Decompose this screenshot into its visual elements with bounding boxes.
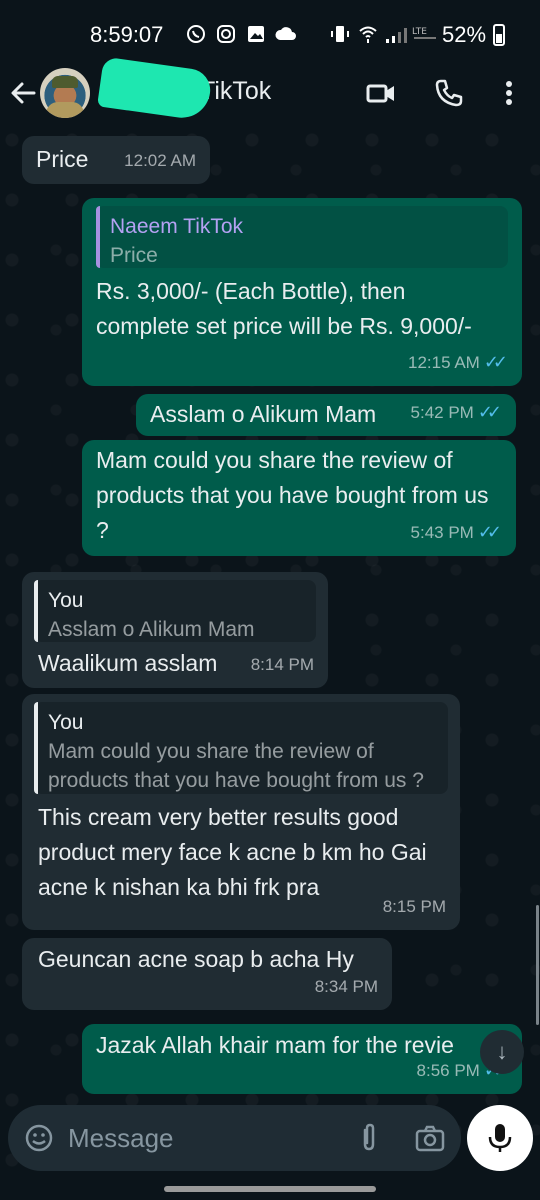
quote-author: Naeem TikTok: [110, 215, 244, 238]
message-time: 5:42 PM: [410, 403, 474, 422]
message-bubble-outgoing[interactable]: Mam could you share the review of produc…: [82, 440, 516, 556]
cloud-icon: [275, 27, 296, 40]
vibrate-icon: [331, 26, 349, 42]
attach-paperclip-icon[interactable]: [354, 1123, 384, 1153]
read-ticks-icon: ✓✓: [483, 352, 508, 372]
more-options-icon[interactable]: [494, 78, 524, 108]
message-text: Asslam o Alikum Mam: [150, 401, 377, 427]
quote-text: Asslam o Alikum Mam: [48, 618, 255, 641]
video-call-icon[interactable]: [366, 78, 396, 108]
message-time: 5:43 PM: [410, 523, 474, 542]
message-meta: 12:15 AM ✓✓: [408, 345, 508, 380]
message-bubble-incoming[interactable]: You Asslam o Alikum Mam Waalikum asslam …: [22, 572, 328, 688]
message-time: 12:15 AM: [408, 353, 480, 372]
message-input[interactable]: Message: [68, 1123, 174, 1154]
message-meta: 5:43 PM ✓✓: [410, 515, 503, 550]
battery-icon: [493, 24, 505, 46]
quote-author: You: [48, 711, 84, 734]
lte-icon: LTE: [412, 27, 436, 39]
message-time: 12:02 AM: [124, 151, 196, 170]
message-text: Rs. 3,000/- (Each Bottle), then complete…: [96, 278, 472, 339]
message-time: 8:15 PM: [382, 897, 446, 916]
avatar-uniform: [46, 102, 84, 118]
message-input-bar[interactable]: Message: [8, 1105, 461, 1171]
svg-text:LTE: LTE: [412, 27, 427, 37]
message-bubble-outgoing[interactable]: Jazak Allah khair mam for the revie 8:56…: [82, 1024, 522, 1094]
reply-quote[interactable]: Naeem TikTok Price: [96, 206, 508, 268]
read-ticks-icon: ✓✓: [477, 522, 502, 542]
message-meta: 12:02 AM: [124, 143, 196, 178]
signal-icon: [386, 28, 407, 43]
whatsapp-icon: [187, 25, 205, 43]
status-time: 8:59:07: [90, 22, 164, 47]
gesture-nav-handle[interactable]: [164, 1186, 376, 1192]
read-ticks-icon: ✓✓: [477, 402, 502, 422]
battery-percentage: 52%: [442, 22, 487, 47]
camera-icon[interactable]: [415, 1123, 445, 1153]
message-text: Jazak Allah khair mam for the revie: [96, 1032, 454, 1058]
quote-author: You: [48, 589, 84, 612]
message-meta: 8:34 PM: [315, 969, 378, 1004]
avatar-cap: [52, 76, 78, 88]
message-bubble-outgoing[interactable]: Asslam o Alikum Mam 5:42 PM ✓✓: [136, 394, 516, 436]
chat-header: TikTok: [0, 56, 540, 122]
back-arrow-icon[interactable]: [8, 78, 38, 108]
redaction-scribble: [97, 56, 213, 122]
scroll-to-bottom-button[interactable]: ↓: [480, 1030, 524, 1074]
reply-quote[interactable]: You Mam could you share the review of pr…: [34, 702, 448, 794]
message-bubble-outgoing[interactable]: Naeem TikTok Price Rs. 3,000/- (Each Bot…: [82, 198, 522, 386]
gallery-icon: [248, 26, 264, 42]
contact-name[interactable]: TikTok: [200, 77, 271, 106]
message-bubble-incoming[interactable]: Price 12:02 AM: [22, 136, 210, 184]
double-chevron-down-icon: ↓: [496, 1039, 508, 1064]
message-text: Price: [36, 146, 89, 172]
quote-text: Price: [110, 244, 158, 267]
quote-text: Mam could you share the review of produc…: [48, 740, 424, 792]
emoji-sticker-icon[interactable]: [24, 1123, 54, 1153]
scrollbar[interactable]: [536, 905, 539, 1025]
phone-call-icon[interactable]: [434, 78, 464, 108]
message-time: 8:34 PM: [314, 977, 378, 996]
message-time: 8:56 PM: [416, 1061, 480, 1080]
reply-quote[interactable]: You Asslam o Alikum Mam: [34, 580, 316, 642]
message-meta: 8:15 PM: [383, 889, 446, 924]
message-meta: 5:42 PM ✓✓: [410, 395, 503, 430]
voice-record-button[interactable]: [467, 1105, 533, 1171]
message-time: 8:14 PM: [250, 655, 314, 674]
message-meta: 8:14 PM: [251, 647, 314, 682]
status-bar: 8:59:07 LTE 52%: [0, 0, 540, 64]
message-bubble-incoming[interactable]: You Mam could you share the review of pr…: [22, 694, 460, 930]
contact-avatar[interactable]: [40, 68, 90, 118]
message-text: Geuncan acne soap b acha Hy: [38, 946, 354, 972]
instagram-icon: [217, 25, 235, 43]
microphone-icon: [488, 1124, 512, 1152]
wifi-icon: [359, 26, 377, 43]
message-bubble-incoming[interactable]: Geuncan acne soap b acha Hy 8:34 PM: [22, 938, 392, 1010]
